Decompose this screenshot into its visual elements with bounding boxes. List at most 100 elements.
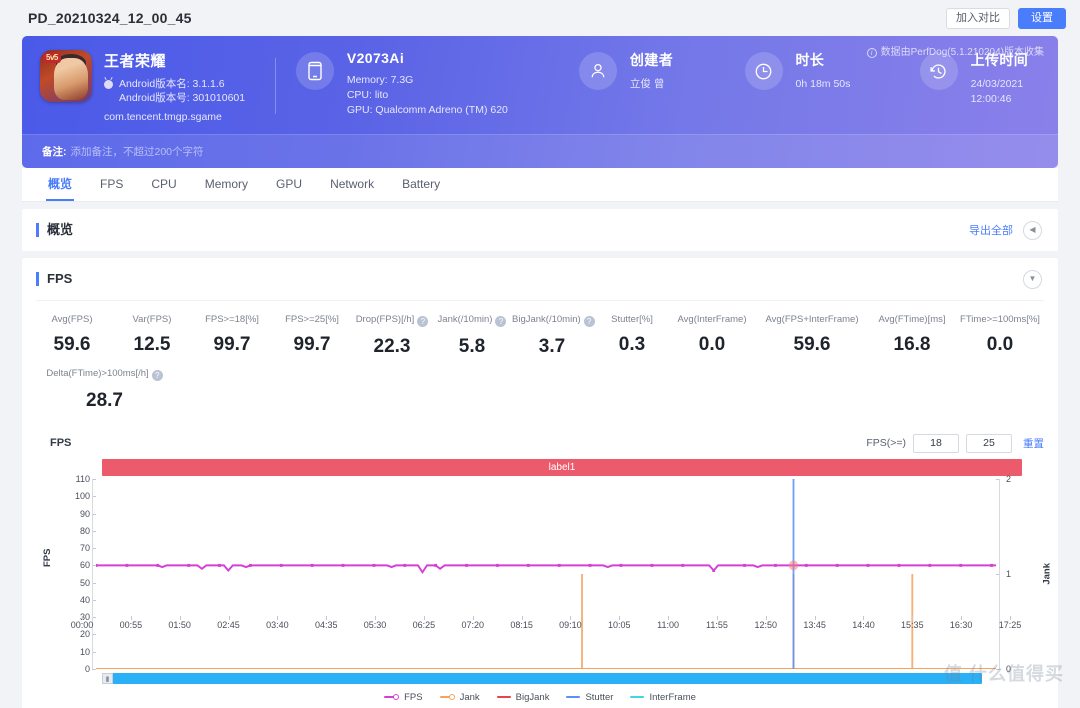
- tab-network[interactable]: Network: [316, 168, 388, 201]
- x-axis-tick-label: 12:50: [754, 620, 778, 630]
- legend-label: Jank: [459, 691, 480, 703]
- y2-axis-tick-label: 0: [1006, 664, 1012, 674]
- metric-delta-ftime-gt-100ms: Delta(FTime)>100ms[/h]? 28.7: [32, 368, 177, 412]
- tab-gpu[interactable]: GPU: [262, 168, 316, 201]
- fps-point: [434, 563, 438, 567]
- help-icon[interactable]: ?: [495, 316, 507, 327]
- creator-title: 创建者: [629, 52, 674, 68]
- note-label: 备注:: [42, 146, 67, 158]
- metric-label: Avg(FPS): [51, 314, 93, 325]
- fps-panel: FPS ▼ Avg(FPS) 59.6 Var(FPS) 12.5 FPS>=1…: [22, 258, 1058, 708]
- x-axis-tick-label: 00:55: [119, 620, 143, 630]
- legend-label: FPS: [404, 691, 423, 703]
- metric-value: 0.0: [986, 334, 1014, 355]
- fps-point: [187, 563, 191, 567]
- device-model: V2073Ai: [346, 50, 405, 66]
- reset-link[interactable]: 重置: [1023, 436, 1044, 451]
- drag-handle-icon[interactable]: ▮: [102, 673, 113, 684]
- legend-item-fps[interactable]: FPS: [384, 691, 423, 703]
- metric-avg-ftime: Avg(FTime)[ms] 16.8: [872, 314, 952, 358]
- y-axis-tick-label: 40: [79, 594, 90, 605]
- fps-point: [712, 569, 716, 572]
- x-axis-tick-label: 06:25: [412, 620, 436, 630]
- metric-drop-fps: Drop(FPS)[/h]? 22.3: [352, 314, 432, 358]
- fps-point: [218, 563, 221, 567]
- chart-canvas[interactable]: [94, 457, 996, 670]
- x-axis-tick-label: 01:50: [168, 620, 191, 630]
- time-range-fill: [102, 673, 982, 684]
- device-cpu: CPU: lito: [346, 89, 389, 101]
- metric-label: Stutter[%]: [611, 314, 653, 325]
- metric-label: Delta(FTime)>100ms[/h]?: [32, 368, 177, 381]
- fps-point: [465, 563, 468, 567]
- y-axis-tick-label: 100: [74, 491, 90, 502]
- label-band[interactable]: label1: [102, 459, 1022, 476]
- legend-item-bigjank[interactable]: BigJank: [496, 691, 550, 703]
- app-version-name: Android版本名: 3.1.1.6: [119, 78, 225, 90]
- y-axis-tick-label: 50: [79, 577, 90, 588]
- legend-item-interframe[interactable]: InterFrame: [630, 692, 696, 703]
- threshold-label: FPS(>=): [866, 437, 906, 449]
- fps-point: [897, 563, 901, 567]
- fps-point: [496, 563, 499, 567]
- time-range-scrollbar[interactable]: ▮: [102, 673, 982, 684]
- y-axis-tick-label: 90: [79, 508, 90, 519]
- hover-highlight: [788, 560, 799, 571]
- threshold-high-input[interactable]: 25: [966, 433, 1012, 453]
- help-icon[interactable]: ?: [417, 316, 429, 327]
- metric-label: Jank(/10min)?: [432, 314, 512, 327]
- y-axis-title: FPS: [42, 548, 53, 567]
- duration-title: 时长: [795, 52, 825, 68]
- chevron-left-icon[interactable]: ◀: [1023, 220, 1042, 240]
- overview-panel-title: 概览: [36, 223, 73, 237]
- chart-plot: FPS Jank 0 10 20 30 40 50 60 70 80 90 100 110 012: [36, 457, 1053, 674]
- fps-point: [619, 563, 623, 567]
- note-input-placeholder[interactable]: 添加备注，不超过200个字符: [71, 144, 204, 159]
- legend-label: BigJank: [515, 691, 550, 703]
- fps-point: [866, 563, 870, 567]
- note-row[interactable]: 备注: 添加备注，不超过200个字符: [22, 134, 1058, 168]
- x-axis-tick-label: 15:35: [901, 620, 924, 630]
- legend-item-jank[interactable]: Jank: [439, 691, 480, 703]
- fps-point: [804, 563, 808, 567]
- fps-point: [774, 563, 777, 567]
- fps-metric-strip-second: Delta(FTime)>100ms[/h]? 28.7: [22, 364, 1058, 426]
- legend-swatch: [566, 696, 581, 698]
- metric-label: Drop(FPS)[/h]?: [352, 314, 432, 327]
- chevron-down-icon[interactable]: ▼: [1023, 269, 1042, 289]
- fps-line: [96, 564, 996, 575]
- chart-title: FPS: [50, 437, 72, 449]
- metric-value: 0.0: [698, 334, 726, 355]
- y2-axis-title: Jank: [1042, 563, 1053, 585]
- tab-fps[interactable]: FPS: [86, 168, 137, 201]
- tab-overview[interactable]: 概览: [34, 168, 86, 201]
- legend-swatch: [630, 696, 645, 698]
- export-all-link[interactable]: 导出全部: [969, 222, 1013, 238]
- metric-value: 99.7: [213, 334, 251, 355]
- x-axis-tick-label: 17:25: [998, 620, 1022, 630]
- x-axis-tick-label: 13:45: [803, 620, 826, 630]
- upload-value: 24/03/2021 12:00:46: [970, 78, 1024, 105]
- creator-text-block: 创建者 立俊 曾: [630, 50, 673, 92]
- fps-point: [156, 563, 160, 567]
- tab-memory[interactable]: Memory: [191, 168, 262, 201]
- fps-point: [743, 563, 746, 567]
- legend-item-stutter[interactable]: Stutter: [566, 692, 613, 703]
- fps-chart: FPS FPS(>=) 18 25 重置 label1 FPS Jank 0 10…: [22, 426, 1058, 708]
- metric-avg-fps-interframe: Avg(FPS+InterFrame) 59.6: [752, 314, 872, 358]
- y-axis-tick-label: 70: [79, 543, 90, 554]
- tab-cpu[interactable]: CPU: [137, 168, 190, 201]
- help-icon[interactable]: ?: [151, 370, 163, 381]
- metric-label: Var(FPS): [132, 314, 172, 325]
- page-title: PD_20210324_12_00_45: [28, 10, 192, 26]
- metric-avg-interframe: Avg(InterFrame) 0.0: [672, 314, 752, 358]
- legend-marker: [393, 694, 400, 700]
- metric-fps-gte-25: FPS>=25[%] 99.7: [272, 314, 352, 358]
- add-to-compare-button[interactable]: 加入对比: [946, 7, 1010, 29]
- app-version-row: Android版本名: 3.1.1.6 Android版本号: 30101060…: [104, 77, 245, 105]
- info-icon[interactable]: i: [400, 50, 404, 66]
- threshold-low-input[interactable]: 18: [913, 433, 959, 453]
- settings-button[interactable]: 设置: [1018, 7, 1066, 29]
- tab-battery[interactable]: Battery: [388, 168, 454, 201]
- legend-label: Stutter: [585, 691, 614, 703]
